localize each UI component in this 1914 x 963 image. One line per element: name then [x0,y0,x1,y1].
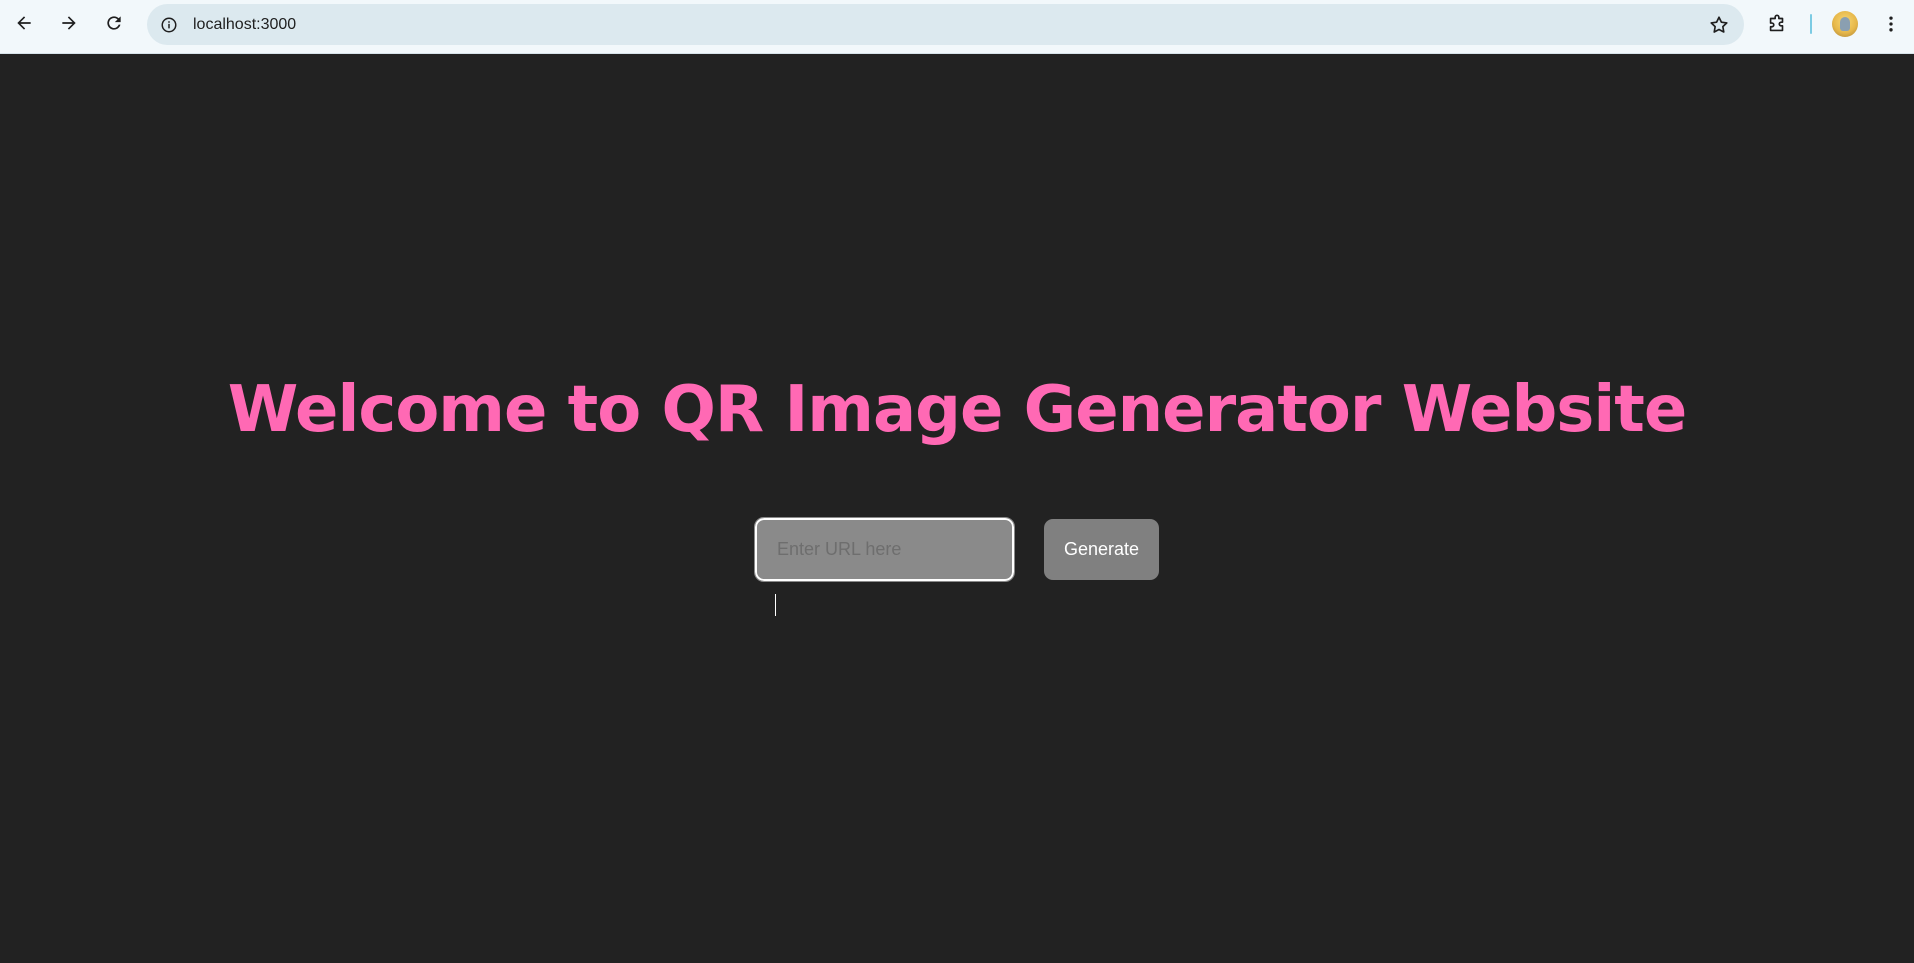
browser-menu-button[interactable] [1878,9,1904,39]
reload-icon [107,16,121,30]
kebab-menu-icon [1889,16,1893,32]
page-title: Welcome to QR Image Generator Website [227,373,1688,447]
star-icon [1710,16,1728,33]
bookmark-button[interactable] [1706,12,1732,38]
generate-button[interactable]: Generate [1044,519,1159,580]
extensions-button[interactable] [1762,9,1792,39]
url-input[interactable] [754,517,1015,582]
address-bar[interactable]: localhost:3000 [147,4,1744,45]
forward-button[interactable] [53,7,85,39]
puzzle-icon [1769,14,1784,32]
text-caret [775,594,776,616]
reload-button[interactable] [98,7,130,39]
info-icon [161,17,177,33]
back-button[interactable] [8,7,40,39]
arrow-left-icon [17,16,31,30]
url-text[interactable]: localhost:3000 [193,15,296,35]
page-body [0,54,1914,963]
toolbar-divider [1810,14,1812,34]
arrow-right-icon [62,16,76,30]
site-info-button[interactable] [157,13,181,37]
profile-avatar[interactable] [1832,11,1858,37]
browser-toolbar: localhost:3000 [0,0,1914,54]
